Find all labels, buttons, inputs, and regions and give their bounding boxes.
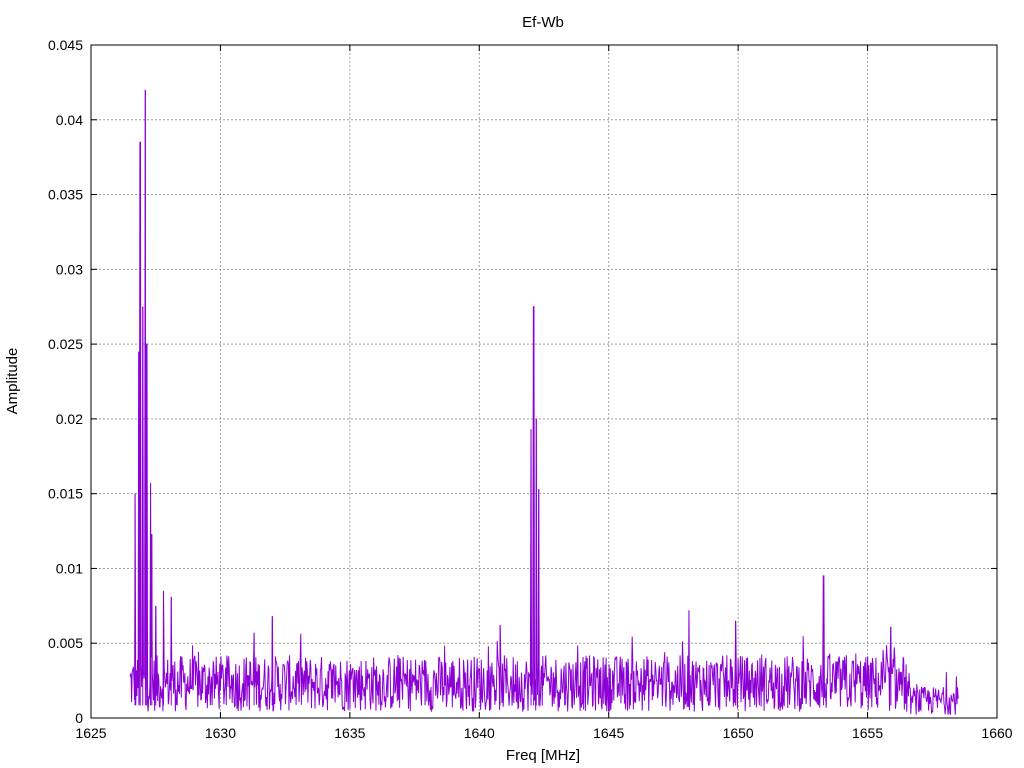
x-tick-label: 1655 [852,725,883,741]
y-tick-label: 0 [75,710,83,726]
y-tick-label: 0.025 [48,336,83,352]
series-line [129,89,959,715]
y-tick-label: 0.015 [48,486,83,502]
x-tick-label: 1645 [593,725,624,741]
chart: 1625 1630 1635 1640 1645 1650 1655 1660 0 0.005 0.… [4,14,1013,764]
x-tick-label: 1650 [723,725,754,741]
y-tick-label: 0.01 [56,560,83,576]
plot-border [90,44,998,719]
y-tick-label: 0.035 [48,187,83,203]
ticks-layer [90,44,998,719]
y-tick-label: 0.045 [48,37,83,53]
grid-layer [91,45,997,718]
y-tick-label: 0.04 [56,112,83,128]
x-tick-label: 1630 [205,725,236,741]
y-tick-label: 0.005 [48,635,83,651]
x-tick-label: 1625 [75,725,106,741]
x-tick-label: 1660 [981,725,1012,741]
x-axis-title: Freq [MHz] [506,747,580,764]
y-tick-label: 0.03 [56,261,83,277]
y-axis-title: Amplitude [4,348,21,415]
y-tick-label: 0.02 [56,411,83,427]
chart-title: Ef-Wb [522,14,564,31]
x-tick-label: 1635 [334,725,365,741]
x-tick-label: 1640 [464,725,495,741]
